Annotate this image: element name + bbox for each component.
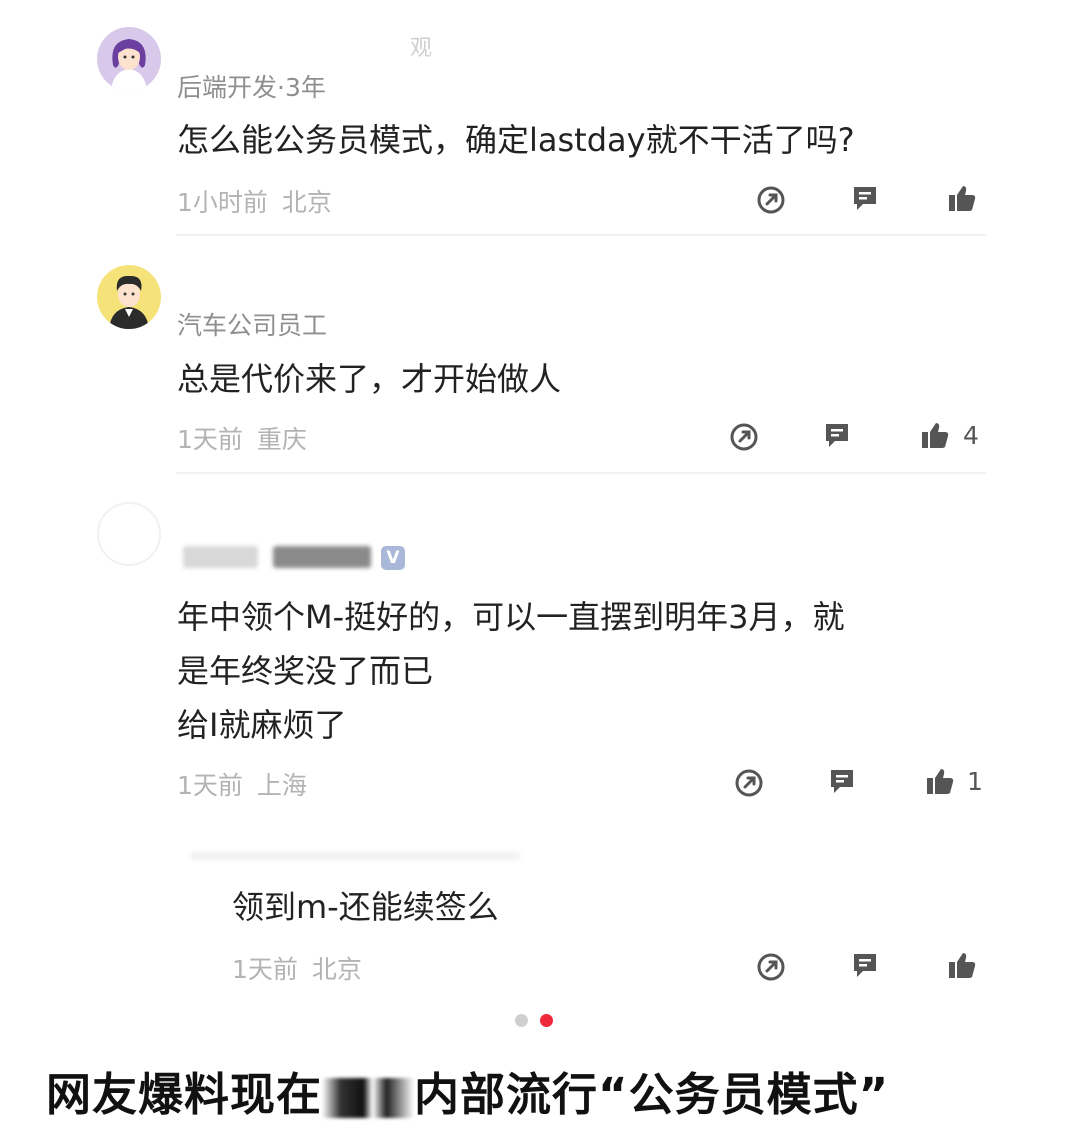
share-icon[interactable] <box>755 184 787 216</box>
like-count: 4 <box>963 421 979 450</box>
share-icon[interactable] <box>733 767 765 799</box>
avatar-male-icon <box>97 265 161 329</box>
redacted-reply-header <box>190 852 520 860</box>
comment-screenshot: 观 后端开发·3年 怎么能公务员模式，确定lastday就不干活了吗? 1小时前… <box>0 0 1080 1141</box>
comment-location: 北京 <box>281 188 332 217</box>
comment-text: 年中领个M-挺好的，可以一直摆到明年3月，就 是年终奖没了而已 给I就麻烦了 <box>177 590 845 752</box>
thumbs-up-icon[interactable] <box>924 765 956 797</box>
comment-time: 1天前 <box>177 771 243 800</box>
reply-icon[interactable] <box>826 765 858 797</box>
comment-text-line: 是年终奖没了而已 <box>177 652 434 690</box>
comment-author[interactable]: 后端开发·3年 <box>177 68 326 104</box>
carousel-dot[interactable] <box>515 1014 528 1027</box>
comment-text-line: 给I就麻烦了 <box>177 706 347 744</box>
divider <box>176 234 986 236</box>
comment-text-line: 怎么能公务员模式，确定lastday就不干活了吗? <box>177 121 855 159</box>
comment-time: 1小时前 <box>177 188 268 217</box>
comment-location: 北京 <box>311 955 362 984</box>
comment-time: 1天前 <box>232 955 298 984</box>
comment-meta: 1天前 重庆 <box>177 420 307 456</box>
carousel-indicator <box>515 1012 565 1031</box>
share-icon[interactable] <box>755 951 787 983</box>
thumbs-up-icon[interactable] <box>946 182 978 214</box>
verified-badge: V <box>381 546 405 570</box>
comment-location: 上海 <box>256 771 307 800</box>
redacted-company-name <box>322 1078 415 1118</box>
top-fragment: 观 <box>410 36 433 61</box>
carousel-dot-active[interactable] <box>540 1014 553 1027</box>
comment-text-line: 总是代价来了，才开始做人 <box>177 360 562 398</box>
reply-icon[interactable] <box>821 419 853 451</box>
like-count: 1 <box>967 767 983 796</box>
redacted-author-name <box>273 546 371 568</box>
share-icon[interactable] <box>728 421 760 453</box>
reply-text: 领到m-还能续签么 <box>232 880 499 934</box>
avatar[interactable] <box>97 27 161 91</box>
thumbs-up-icon[interactable] <box>919 419 951 451</box>
comment-text: 总是代价来了，才开始做人 <box>177 352 561 406</box>
comment-location: 重庆 <box>256 425 307 454</box>
comment-meta: 1天前 上海 <box>177 766 307 802</box>
comment-text-line: 年中领个M-挺好的，可以一直摆到明年3月，就 <box>177 598 845 636</box>
redacted-author-name <box>183 546 258 568</box>
avatar[interactable] <box>97 265 161 329</box>
caption-text-before: 网友爆料现在 <box>46 1068 323 1121</box>
comment-time: 1天前 <box>177 425 243 454</box>
comment-author[interactable]: 汽车公司员工 <box>177 306 327 342</box>
divider <box>176 472 986 474</box>
reply-icon[interactable] <box>849 949 881 981</box>
caption: 网友爆料现在 内部流行“公务员模式” <box>46 1058 889 1123</box>
comment-meta: 1小时前 北京 <box>177 183 332 219</box>
comment-meta: 1天前 北京 <box>232 950 362 986</box>
avatar[interactable] <box>97 502 161 566</box>
comment-text: 怎么能公务员模式，确定lastday就不干活了吗? <box>177 113 855 167</box>
thumbs-up-icon[interactable] <box>946 949 978 981</box>
reply-icon[interactable] <box>849 182 881 214</box>
avatar-female-icon <box>97 27 161 91</box>
caption-text-after: 内部流行“公务员模式” <box>414 1068 890 1121</box>
comment-text-line: 领到m-还能续签么 <box>232 888 499 926</box>
